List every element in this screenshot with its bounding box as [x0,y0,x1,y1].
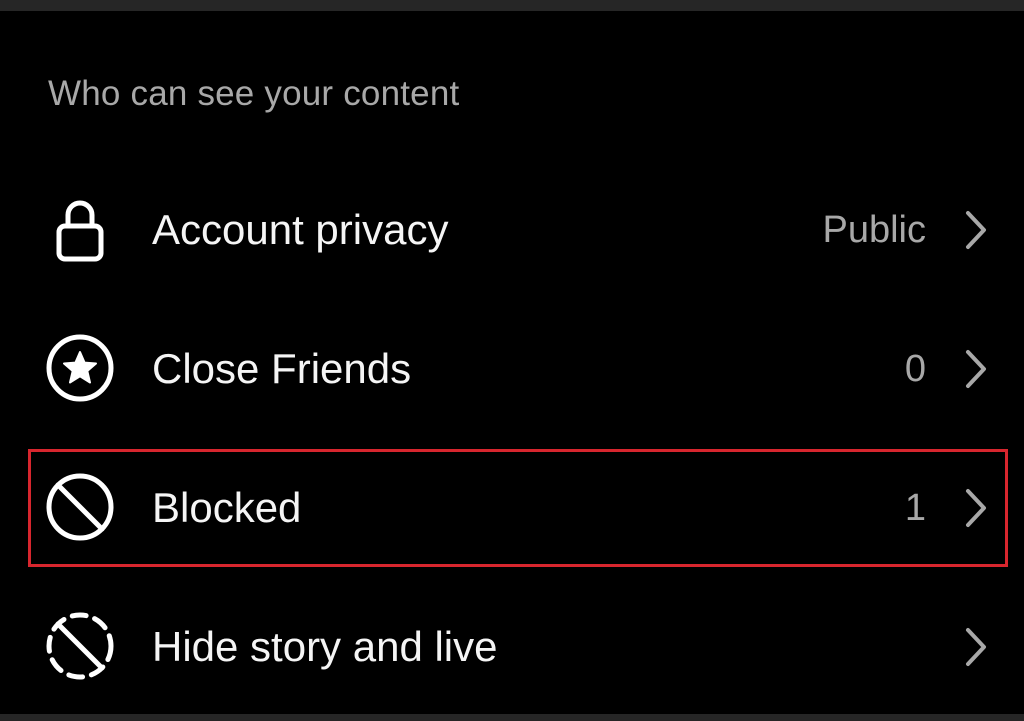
lock-icon [44,193,116,265]
top-divider [0,0,1024,11]
blocked-count: 1 [904,487,926,529]
blocked-icon [44,471,116,543]
hide-story-item[interactable]: Hide story and live [0,582,1024,712]
chevron-right-icon [958,625,992,669]
section-header: Who can see your content [48,74,460,113]
account-privacy-value: Public [822,209,927,251]
close-friends-count: 0 [904,348,926,390]
close-friends-label: Close Friends [152,345,412,392]
close-friends-item[interactable]: Close Friends 0 [0,304,1024,434]
account-privacy-item[interactable]: Account privacy Public [0,165,1024,295]
account-privacy-label: Account privacy [152,206,449,253]
chevron-right-icon [958,486,992,530]
star-circle-icon [44,332,116,404]
chevron-right-icon [958,347,992,391]
blocked-item[interactable]: Blocked 1 [0,443,1024,573]
hide-story-icon [44,610,116,682]
chevron-right-icon [958,208,992,252]
blocked-label: Blocked [152,484,302,531]
bottom-divider [0,714,1024,721]
hide-story-label: Hide story and live [152,623,498,670]
